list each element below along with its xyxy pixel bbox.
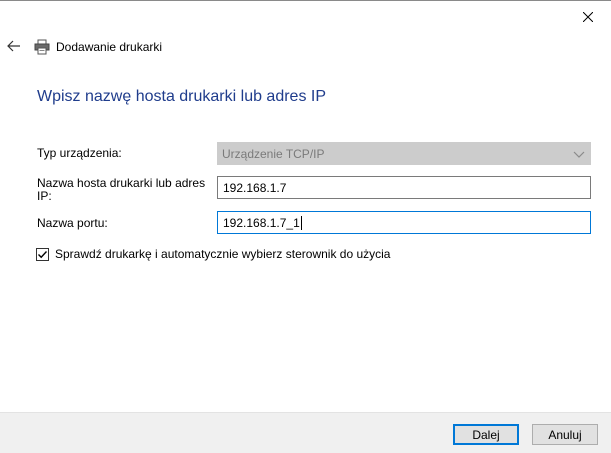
wizard-title: Dodawanie drukarki <box>34 39 162 55</box>
auto-driver-checkbox[interactable] <box>36 247 49 261</box>
printer-icon <box>34 39 50 55</box>
device-type-value: Urządzenie TCP/IP <box>222 146 325 161</box>
add-printer-window: Dodawanie drukarki Wpisz nazwę hosta dru… <box>0 0 611 453</box>
back-arrow-icon <box>7 40 20 52</box>
chevron-down-icon <box>573 151 585 158</box>
hostname-input[interactable]: 192.168.1.7 <box>217 176 591 199</box>
next-button[interactable]: Dalej <box>453 424 519 445</box>
port-name-label: Nazwa portu: <box>37 216 108 230</box>
close-button[interactable] <box>565 1 611 32</box>
footer-bar: Dalej Anuluj <box>0 412 611 453</box>
auto-driver-label[interactable]: Sprawdź drukarkę i automatycznie wybierz… <box>55 247 390 261</box>
close-icon <box>583 11 593 22</box>
back-button[interactable] <box>4 36 24 56</box>
device-type-label: Typ urządzenia: <box>37 146 122 160</box>
device-type-select: Urządzenie TCP/IP <box>217 142 591 165</box>
auto-driver-option[interactable]: Sprawdź drukarkę i automatycznie wybierz… <box>36 247 390 261</box>
page-heading: Wpisz nazwę hosta drukarki lub adres IP <box>37 88 327 105</box>
cancel-button[interactable]: Anuluj <box>532 424 598 445</box>
port-name-value: 192.168.1.7_1 <box>223 215 300 230</box>
hostname-value: 192.168.1.7 <box>223 180 287 195</box>
text-caret <box>300 215 302 230</box>
checkmark-icon <box>38 250 48 258</box>
port-name-input[interactable]: 192.168.1.7_1 <box>217 211 591 234</box>
hostname-label: Nazwa hosta drukarki lub adres IP: <box>37 176 206 203</box>
window-title: Dodawanie drukarki <box>56 40 163 54</box>
